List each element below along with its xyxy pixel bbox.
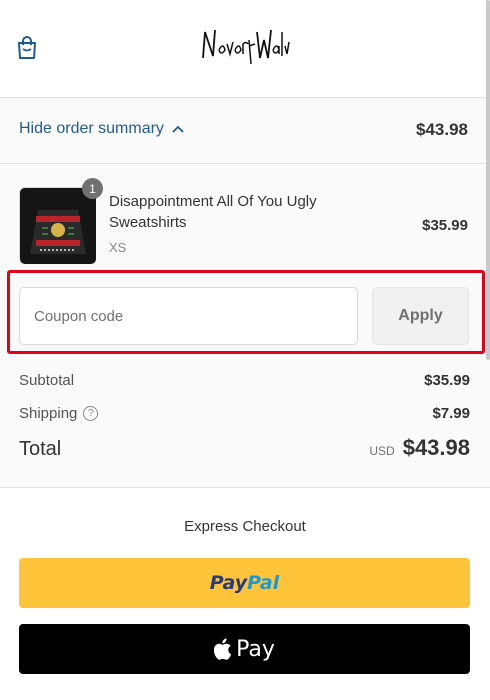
product-price: $35.99 xyxy=(422,217,468,234)
product-variant: XS xyxy=(109,240,127,255)
total-value-group: USD $43.98 xyxy=(369,435,470,461)
hide-order-summary-toggle[interactable]: Hide order summary xyxy=(19,120,184,138)
question-mark-icon[interactable]: ? xyxy=(83,406,99,421)
apply-coupon-button[interactable]: Apply xyxy=(372,287,469,345)
cart-button[interactable] xyxy=(14,34,40,62)
express-checkout-title: Express Checkout xyxy=(184,518,306,535)
total-row: Total USD $43.98 xyxy=(19,435,470,461)
product-thumbnail: 1 xyxy=(19,178,103,264)
shopping-bag-icon xyxy=(18,36,36,59)
shipping-row: Shipping ? $7.99 xyxy=(19,405,470,422)
paypal-logo-pal: Pal xyxy=(247,572,280,594)
paypal-button[interactable]: PayPal xyxy=(19,558,470,608)
shipping-label: Shipping xyxy=(19,405,78,422)
summary-total: $43.98 xyxy=(416,120,468,139)
subtotal-row: Subtotal $35.99 xyxy=(19,372,470,389)
apple-icon xyxy=(214,638,232,660)
total-amount: $43.98 xyxy=(402,435,470,460)
product-name: Disappointment All Of You Ugly Sweatshir… xyxy=(109,193,317,231)
apple-pay-label: Pay xyxy=(236,636,275,662)
subtotal-value: $35.99 xyxy=(424,372,470,389)
subtotal-label: Subtotal xyxy=(19,372,75,389)
quantity-badge: 1 xyxy=(82,178,103,199)
paypal-logo: PayPal xyxy=(210,572,279,594)
shipping-value: $7.99 xyxy=(432,405,470,422)
store-logo[interactable] xyxy=(195,20,295,72)
chevron-up-icon xyxy=(172,125,184,133)
toggle-label: Hide order summary xyxy=(19,120,164,137)
scrollbar[interactable] xyxy=(486,0,490,360)
coupon-section: Apply xyxy=(7,270,485,354)
shipping-label-group: Shipping ? xyxy=(19,405,99,422)
total-label: Total xyxy=(19,438,62,460)
header xyxy=(0,0,490,98)
currency-code: USD xyxy=(369,444,395,458)
coupon-code-input[interactable] xyxy=(19,287,358,345)
order-summary-body: 1 Disappointment All Of You Ugly Sweatsh… xyxy=(0,165,490,488)
order-summary-bar: Hide order summary $43.98 xyxy=(0,98,490,164)
paypal-logo-pay: Pay xyxy=(209,572,248,594)
apple-pay-button[interactable]: Pay xyxy=(19,624,470,674)
